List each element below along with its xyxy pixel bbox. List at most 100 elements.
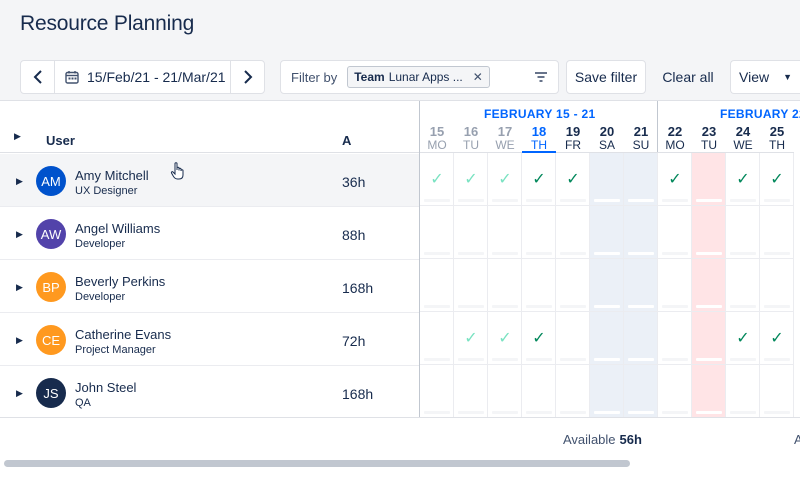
day-cell[interactable]: ✓ (658, 153, 692, 206)
check-icon: ✓ (736, 330, 750, 347)
next-period-button[interactable] (230, 61, 264, 93)
day-cell[interactable]: ✓ (454, 312, 488, 365)
date-range-picker[interactable]: 15/Feb/21 - 21/Mar/21 (55, 61, 230, 93)
day-cell[interactable] (454, 259, 488, 312)
user-name[interactable]: Beverly Perkins (75, 274, 165, 289)
expand-row-icon[interactable]: ▶ (16, 176, 23, 187)
table-row[interactable]: ▶ BP Beverly Perkins Developer 168h (0, 260, 419, 313)
table-row[interactable]: ▶ CE Catherine Evans Project Manager 72h (0, 313, 419, 366)
allocation-bar (764, 358, 790, 361)
horizontal-scrollbar[interactable] (0, 460, 800, 468)
user-name[interactable]: Catherine Evans (75, 327, 171, 342)
remove-chip-icon[interactable]: ✕ (473, 70, 483, 84)
day-cell[interactable] (624, 259, 658, 312)
clear-all-button[interactable]: Clear all (654, 60, 722, 94)
allocation-bar (424, 305, 450, 308)
previous-period-button[interactable] (21, 61, 55, 93)
expand-row-icon[interactable]: ▶ (16, 388, 23, 399)
user-name[interactable]: Amy Mitchell (75, 168, 149, 183)
day-cell[interactable] (624, 312, 658, 365)
user-name[interactable]: Angel Williams (75, 221, 160, 236)
day-cell[interactable] (420, 206, 454, 259)
check-icon: ✓ (464, 171, 478, 188)
column-user[interactable]: User (46, 133, 75, 148)
day-cell[interactable] (522, 259, 556, 312)
day-cell[interactable] (692, 365, 726, 417)
day-cell[interactable] (590, 153, 624, 206)
day-cell[interactable] (760, 365, 794, 417)
day-cell[interactable] (624, 365, 658, 417)
day-cell[interactable] (488, 206, 522, 259)
day-cell[interactable] (556, 365, 590, 417)
day-cell[interactable] (658, 312, 692, 365)
filter-icon[interactable] (534, 70, 548, 88)
day-cell[interactable] (454, 206, 488, 259)
day-cell[interactable] (624, 153, 658, 206)
day-cell[interactable]: ✓ (522, 312, 556, 365)
table-row[interactable]: ▶ AW Angel Williams Developer 88h (0, 207, 419, 260)
day-cell[interactable]: ✓ (420, 153, 454, 206)
day-cell[interactable]: ✓ (726, 153, 760, 206)
day-cell[interactable] (522, 365, 556, 417)
filter-box[interactable]: Filter by Team Lunar Apps ... ✕ (280, 60, 559, 94)
day-cell[interactable] (590, 365, 624, 417)
day-cell[interactable]: ✓ (522, 153, 556, 206)
allocation-bar (424, 358, 450, 361)
user-name[interactable]: John Steel (75, 380, 136, 395)
day-cell[interactable] (488, 365, 522, 417)
day-cell[interactable] (488, 259, 522, 312)
day-cell[interactable] (692, 312, 726, 365)
day-of-week: TH (769, 138, 785, 152)
day-cell[interactable]: ✓ (488, 312, 522, 365)
day-cell[interactable]: ✓ (556, 153, 590, 206)
day-cell[interactable] (760, 206, 794, 259)
expand-row-icon[interactable]: ▶ (16, 335, 23, 346)
user-hours: 168h (342, 280, 374, 296)
day-cell[interactable] (624, 206, 658, 259)
expand-all-icon[interactable]: ▶ (14, 131, 21, 142)
day-cell[interactable] (590, 206, 624, 259)
day-cell[interactable]: ✓ (488, 153, 522, 206)
check-icon: ✓ (430, 171, 444, 188)
day-cell[interactable] (420, 259, 454, 312)
day-cell[interactable] (590, 259, 624, 312)
allocation-bar (662, 252, 688, 255)
day-cell[interactable]: ✓ (760, 153, 794, 206)
allocation-bar (492, 358, 518, 361)
allocation-bar (594, 411, 620, 414)
day-cell[interactable] (726, 206, 760, 259)
table-row[interactable]: ▶ JS John Steel QA 168h (0, 366, 419, 417)
day-cell[interactable] (658, 206, 692, 259)
allocation-bar (424, 252, 450, 255)
day-cell[interactable] (692, 259, 726, 312)
allocation-bar (492, 305, 518, 308)
view-dropdown[interactable]: View ▼ (730, 60, 800, 94)
column-a[interactable]: A (342, 133, 351, 148)
day-cell[interactable]: ✓ (760, 312, 794, 365)
day-cell[interactable] (658, 365, 692, 417)
day-cell[interactable] (420, 312, 454, 365)
day-cell[interactable] (658, 259, 692, 312)
day-cell[interactable]: ✓ (726, 312, 760, 365)
day-cell[interactable] (726, 365, 760, 417)
day-cell[interactable] (522, 206, 556, 259)
avatar: AW (36, 219, 66, 249)
day-cell[interactable] (692, 206, 726, 259)
day-cell[interactable] (692, 153, 726, 206)
filter-chip[interactable]: Team Lunar Apps ... ✕ (347, 66, 490, 88)
table-row[interactable]: ▶ AM Amy Mitchell UX Designer 36h (0, 154, 419, 207)
day-cell[interactable]: ✓ (454, 153, 488, 206)
expand-row-icon[interactable]: ▶ (16, 229, 23, 240)
expand-row-icon[interactable]: ▶ (16, 282, 23, 293)
day-of-week: WE (495, 138, 515, 152)
day-cell[interactable] (556, 206, 590, 259)
day-cell[interactable] (420, 365, 454, 417)
day-cell[interactable] (760, 259, 794, 312)
save-filter-button[interactable]: Save filter (566, 60, 646, 94)
day-cell[interactable] (556, 312, 590, 365)
day-cell[interactable] (590, 312, 624, 365)
day-cell[interactable] (726, 259, 760, 312)
day-cell[interactable] (454, 365, 488, 417)
day-cell[interactable] (556, 259, 590, 312)
scrollbar-thumb[interactable] (4, 460, 630, 467)
